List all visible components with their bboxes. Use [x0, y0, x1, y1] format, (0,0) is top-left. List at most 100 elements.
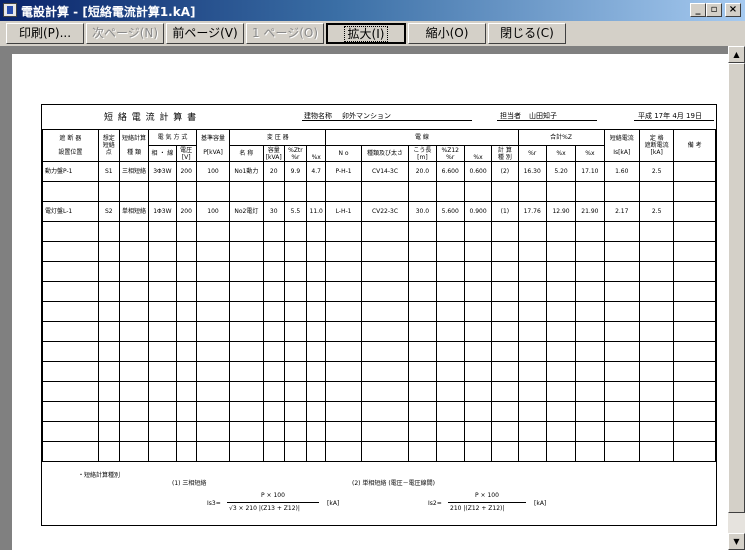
one-page-button[interactable]: 1 ページ(O) — [246, 23, 324, 44]
prev-page-button[interactable]: 前ページ(V) — [166, 23, 244, 44]
cell-calc: (1) — [491, 201, 519, 222]
cell-z-r — [435, 241, 465, 262]
cell-tr-name — [229, 301, 264, 322]
preview-viewport[interactable]: 短 絡 電 流 計 算 書 建物名称 卯外マンション 担当者 山田知子 平成 1… — [0, 46, 728, 550]
cell-point — [97, 321, 120, 342]
cell-tr-name — [229, 241, 264, 262]
cell-z-x — [463, 421, 493, 442]
cell-location — [42, 301, 99, 322]
minimize-button[interactable]: _ — [690, 3, 706, 17]
formula1-unit: [kA] — [327, 500, 340, 507]
cell-tr-cap: 30 — [262, 201, 285, 222]
cell-location — [42, 261, 99, 282]
app-icon[interactable] — [3, 3, 17, 17]
cell-tr-r: 5.5 — [283, 201, 308, 222]
restore-button[interactable]: ▫ — [706, 3, 722, 17]
cell-cable-no — [325, 421, 362, 442]
cell-tot-x — [545, 441, 577, 462]
cell-z-x — [463, 281, 493, 302]
cell-cable-type — [360, 261, 410, 282]
hdr-tot-z: %x — [575, 145, 605, 162]
vertical-scrollbar[interactable]: ▲ ▼ — [728, 46, 745, 550]
cell-is — [603, 181, 640, 202]
cell-length — [408, 401, 437, 422]
hdr-base: 基準容量 P[kVA] — [195, 129, 231, 162]
cell-base — [195, 361, 231, 382]
cell-remarks — [673, 421, 716, 442]
cell-calc — [491, 181, 519, 202]
cell-base: 100 — [195, 201, 231, 222]
cell-type — [118, 181, 150, 202]
cell-rated — [638, 281, 675, 302]
cell-base — [195, 321, 231, 342]
cell-tr-name — [229, 361, 264, 382]
cell-tot-x — [545, 421, 577, 442]
formula2-lhs: Is2= — [428, 500, 442, 507]
cell-tr-cap — [262, 341, 285, 362]
cell-tot-r — [517, 401, 547, 422]
cell-tr-name — [229, 421, 264, 442]
cell-cable-type — [360, 241, 410, 262]
cell-point — [97, 261, 120, 282]
zoom-in-button[interactable]: 拡大(I) — [326, 23, 406, 44]
formula1-numerator: P × 100 — [261, 492, 285, 499]
cell-point — [97, 401, 120, 422]
cell-tot-z — [575, 321, 605, 342]
cell-tot-r — [517, 241, 547, 262]
cell-tr-cap — [262, 301, 285, 322]
cell-rated — [638, 321, 675, 342]
cell-is — [603, 241, 640, 262]
scroll-thumb[interactable] — [728, 63, 745, 513]
cell-tr-name: No1動力 — [229, 161, 264, 182]
cell-type — [118, 321, 150, 342]
cell-tot-z — [575, 341, 605, 362]
cell-cable-no — [325, 341, 362, 362]
cell-type — [118, 281, 150, 302]
cell-voltage: 200 — [175, 161, 197, 182]
title-bar: 電設計算 - [短絡電流計算1.kA] _ ▫ × — [0, 0, 745, 21]
cell-cable-type — [360, 421, 410, 442]
cell-tr-cap — [262, 181, 285, 202]
zoom-out-button[interactable]: 縮小(O) — [408, 23, 486, 44]
cell-type: 単相短絡 — [118, 201, 150, 222]
cell-type — [118, 401, 150, 422]
cell-point — [97, 421, 120, 442]
scroll-up-button[interactable]: ▲ — [728, 46, 745, 63]
sheet-title: 短 絡 電 流 計 算 書 — [104, 113, 198, 123]
cell-tr-cap — [262, 241, 285, 262]
cell-cable-type — [360, 281, 410, 302]
cell-cable-type — [360, 381, 410, 402]
next-page-button[interactable]: 次ページ(N) — [86, 23, 164, 44]
cell-z-r — [435, 181, 465, 202]
cell-tr-x — [306, 241, 327, 262]
cell-voltage — [175, 361, 197, 382]
cell-base — [195, 381, 231, 402]
cell-calc — [491, 341, 519, 362]
cell-cable-no — [325, 381, 362, 402]
cell-is — [603, 301, 640, 322]
close-preview-button[interactable]: 閉じる(C) — [488, 23, 566, 44]
formula1-fraction-line — [227, 502, 319, 503]
cell-rated — [638, 221, 675, 242]
print-button[interactable]: 印刷(P)... — [6, 23, 84, 44]
cell-tot-r — [517, 301, 547, 322]
hdr-length: こう長 [m] — [408, 145, 437, 162]
cell-rated — [638, 241, 675, 262]
cell-tr-name — [229, 341, 264, 362]
cell-point — [97, 381, 120, 402]
table-row — [42, 261, 716, 282]
table-row — [42, 361, 716, 382]
cell-tr-r — [283, 401, 308, 422]
table-row — [42, 441, 716, 462]
close-window-button[interactable]: × — [725, 3, 741, 17]
cell-tot-r — [517, 341, 547, 362]
cell-point — [97, 241, 120, 262]
scroll-down-button[interactable]: ▼ — [728, 533, 745, 550]
cell-type — [118, 421, 150, 442]
cell-remarks — [673, 361, 716, 382]
cell-voltage — [175, 301, 197, 322]
cell-voltage — [175, 401, 197, 422]
cell-calc — [491, 441, 519, 462]
cell-tot-x — [545, 181, 577, 202]
cell-tot-x — [545, 361, 577, 382]
